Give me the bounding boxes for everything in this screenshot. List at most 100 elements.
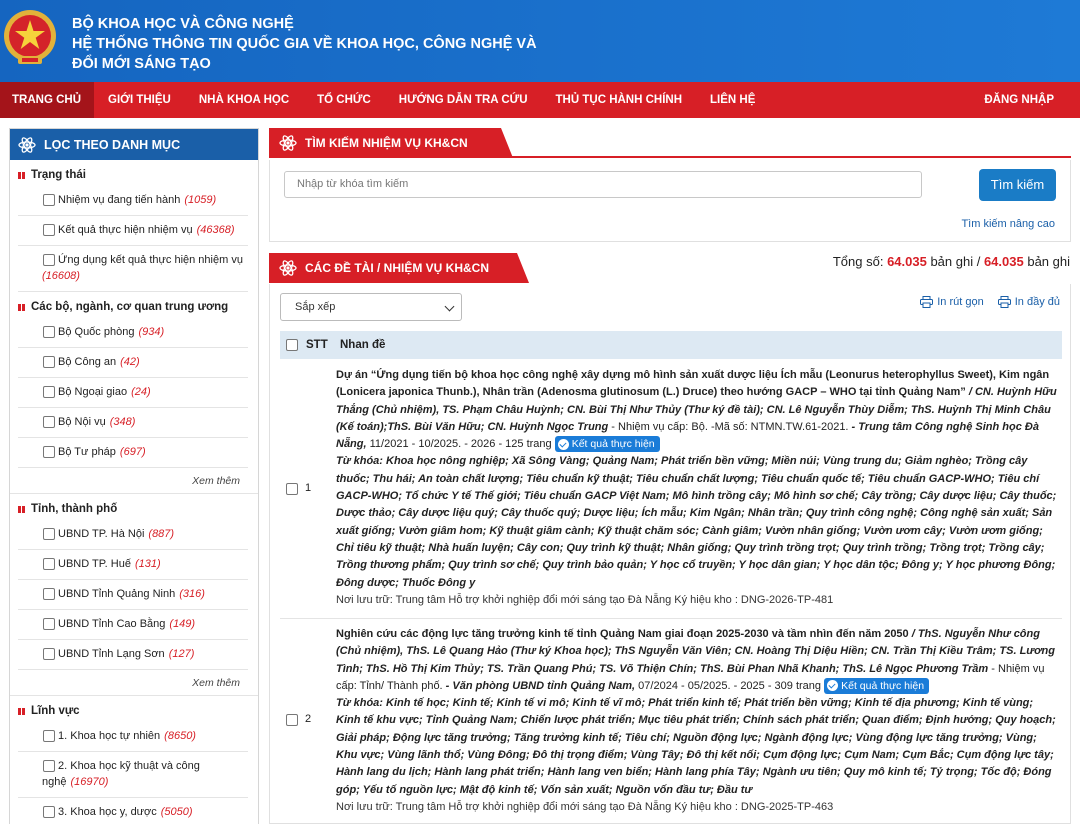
filter-count: (697) (119, 446, 146, 458)
record-title[interactable]: Nghiên cứu các động lực tăng trưởng kinh… (336, 628, 909, 640)
filter-count: (16608) (42, 270, 80, 282)
nav-scientists[interactable]: NHÀ KHOA HỌC (185, 82, 303, 118)
select-all-checkbox[interactable] (286, 339, 298, 351)
filter-item[interactable]: Bộ Ngoại giao (24) (18, 378, 248, 408)
filter-label: UBND Tỉnh Lạng Sơn (58, 648, 165, 660)
login-link[interactable]: ĐĂNG NHẬP (970, 82, 1068, 118)
filter-count: (5050) (160, 806, 193, 818)
advanced-search-link[interactable]: Tìm kiếm nâng cao (961, 218, 1055, 230)
column-header-title: Nhan đề (340, 339, 386, 351)
filter-checkbox[interactable] (43, 254, 55, 266)
filter-checkbox[interactable] (43, 528, 55, 540)
check-circle-icon (827, 680, 839, 692)
filter-checkbox[interactable] (43, 194, 55, 206)
filter-label: Nhiệm vụ đang tiến hành (58, 194, 181, 206)
filter-count: (8650) (164, 730, 196, 742)
filter-label: 2. Khoa học kỹ thuật và công nghệ (42, 760, 200, 788)
search-panel-header: TÌM KIẾM NHIỆM VỤ KH&CN (269, 128, 1071, 158)
print-short-link[interactable]: In rút gọn (920, 296, 984, 308)
sidebar-header: LỌC THEO DANH MỤC (10, 129, 258, 160)
section-marker-icon (18, 707, 25, 715)
filter-count: (127) (168, 648, 195, 660)
filter-checkbox[interactable] (43, 760, 55, 772)
filter-item[interactable]: Bộ Nội vụ (348) (18, 408, 248, 438)
results-panel-ribbon: CÁC ĐỀ TÀI / NHIỆM VỤ KH&CN (269, 253, 529, 283)
site-title: BỘ KHOA HỌC VÀ CÔNG NGHỆ HỆ THỐNG THÔNG … (72, 14, 537, 74)
filter-checkbox[interactable] (43, 224, 55, 236)
nav-admin-procedures[interactable]: THỦ TỤC HÀNH CHÍNH (542, 82, 697, 118)
site-title-line3: ĐỔI MỚI SÁNG TẠO (72, 56, 211, 72)
table-row: 1 Dự án “Ứng dụng tiến bộ khoa học công … (280, 361, 1062, 619)
filter-checkbox[interactable] (43, 446, 55, 458)
site-title-line1: BỘ KHOA HỌC VÀ CÔNG NGHỆ (72, 16, 294, 32)
national-emblem-icon[interactable] (2, 6, 58, 70)
filter-checkbox[interactable] (43, 356, 55, 368)
status-badge-label: Kết quả thực hiện (841, 679, 925, 692)
status-badge-label: Kết quả thực hiện (571, 438, 655, 451)
chevron-down-icon (444, 301, 455, 312)
nav-organizations[interactable]: TỔ CHỨC (303, 82, 385, 118)
filter-count: (46368) (196, 224, 235, 236)
section-title-text: Các bộ, ngành, cơ quan trung ương (31, 301, 229, 313)
section-marker-icon (18, 303, 25, 311)
filter-label: UBND Tỉnh Quảng Ninh (58, 588, 176, 600)
show-more-link[interactable]: Xem thêm (18, 670, 248, 695)
filter-label: Bộ Quốc phòng (58, 326, 135, 338)
filter-item[interactable]: 1. Khoa học tự nhiên (8650) (18, 722, 248, 752)
search-panel-ribbon: TÌM KIẾM NHIỆM VỤ KH&CN (269, 128, 513, 158)
filter-item[interactable]: Bộ Tư pháp (697) (18, 438, 248, 468)
filter-item[interactable]: UBND Tỉnh Cao Bằng (149) (18, 610, 248, 640)
search-input[interactable]: Nhập từ khóa tìm kiếm (284, 171, 922, 198)
filter-checkbox[interactable] (43, 326, 55, 338)
filter-checkbox[interactable] (43, 730, 55, 742)
filter-item[interactable]: 2. Khoa học kỹ thuật và công nghệ (16970) (18, 752, 248, 798)
print-full-link[interactable]: In đầy đủ (997, 296, 1060, 308)
filter-count: (1059) (184, 194, 217, 206)
filter-item[interactable]: UBND Tỉnh Quảng Ninh (316) (18, 580, 248, 610)
filter-checkbox[interactable] (43, 806, 55, 818)
filter-item[interactable]: 3. Khoa học y, dược (5050) (18, 798, 248, 824)
filter-label: UBND Tỉnh Cao Bằng (58, 618, 166, 630)
filter-checkbox[interactable] (43, 386, 55, 398)
section-marker-icon (18, 505, 25, 513)
row-checkbox[interactable] (286, 483, 298, 495)
filter-checkbox[interactable] (43, 558, 55, 570)
section-marker-icon (18, 171, 25, 179)
row-checkbox[interactable] (286, 714, 298, 726)
record-period: 07/2024 - 05/2025. - 2025 - 309 trang (635, 679, 825, 692)
filter-checkbox[interactable] (43, 648, 55, 660)
filter-item[interactable]: Bộ Công an (42) (18, 348, 248, 378)
filter-checkbox[interactable] (43, 618, 55, 630)
table-header: STT Nhan đề (280, 331, 1062, 359)
filter-section-provinces: Tỉnh, thành phố UBND TP. Hà Nội (887) UBN… (10, 493, 258, 695)
nav-contact[interactable]: LIÊN HỆ (696, 82, 769, 118)
show-more-link[interactable]: Xem thêm (18, 468, 248, 493)
filter-item[interactable]: Kết quả thực hiện nhiệm vụ (46368) (18, 216, 248, 246)
filter-checkbox[interactable] (43, 588, 55, 600)
total-count-value: 64.035 (887, 254, 927, 269)
row-content: Nghiên cứu các động lực tăng trưởng kinh… (336, 626, 1060, 816)
print-links: In rút gọn In đầy đủ (920, 296, 1060, 308)
filter-label: Kết quả thực hiện nhiệm vụ (58, 224, 193, 236)
filter-label: 3. Khoa học y, dược (58, 806, 157, 818)
filter-item[interactable]: Nhiệm vụ đang tiến hành (1059) (18, 186, 248, 216)
total-mid: bản ghi / (930, 254, 981, 269)
filter-item[interactable]: Bộ Quốc phòng (934) (18, 318, 248, 348)
filter-checkbox[interactable] (43, 416, 55, 428)
filter-item[interactable]: UBND Tỉnh Lạng Sơn (127) (18, 640, 248, 670)
filter-item[interactable]: Ứng dụng kết quả thực hiện nhiệm vụ (1660… (18, 246, 248, 292)
row-content: Dự án “Ứng dụng tiến bộ khoa học công ng… (336, 367, 1060, 609)
nav-home[interactable]: TRANG CHỦ (0, 82, 94, 118)
search-button[interactable]: Tìm kiếm (979, 169, 1056, 201)
record-title[interactable]: Dự án “Ứng dụng tiến bộ khoa học công ng… (336, 369, 1049, 398)
filter-section-title: Trạng thái (18, 160, 248, 186)
filter-section-status: Trạng thái Nhiệm vụ đang tiến hành (1059)… (10, 160, 258, 292)
total-suffix: bản ghi (1027, 254, 1070, 269)
nav-about[interactable]: GIỚI THIỆU (94, 82, 185, 118)
filter-item[interactable]: UBND TP. Hà Nội (887) (18, 520, 248, 550)
filter-count: (934) (138, 326, 165, 338)
sort-select[interactable]: Sắp xếp (280, 293, 462, 321)
filter-item[interactable]: UBND TP. Huế (131) (18, 550, 248, 580)
nav-search-guide[interactable]: HƯỚNG DẪN TRA CỨU (385, 82, 542, 118)
atom-icon (18, 136, 36, 153)
